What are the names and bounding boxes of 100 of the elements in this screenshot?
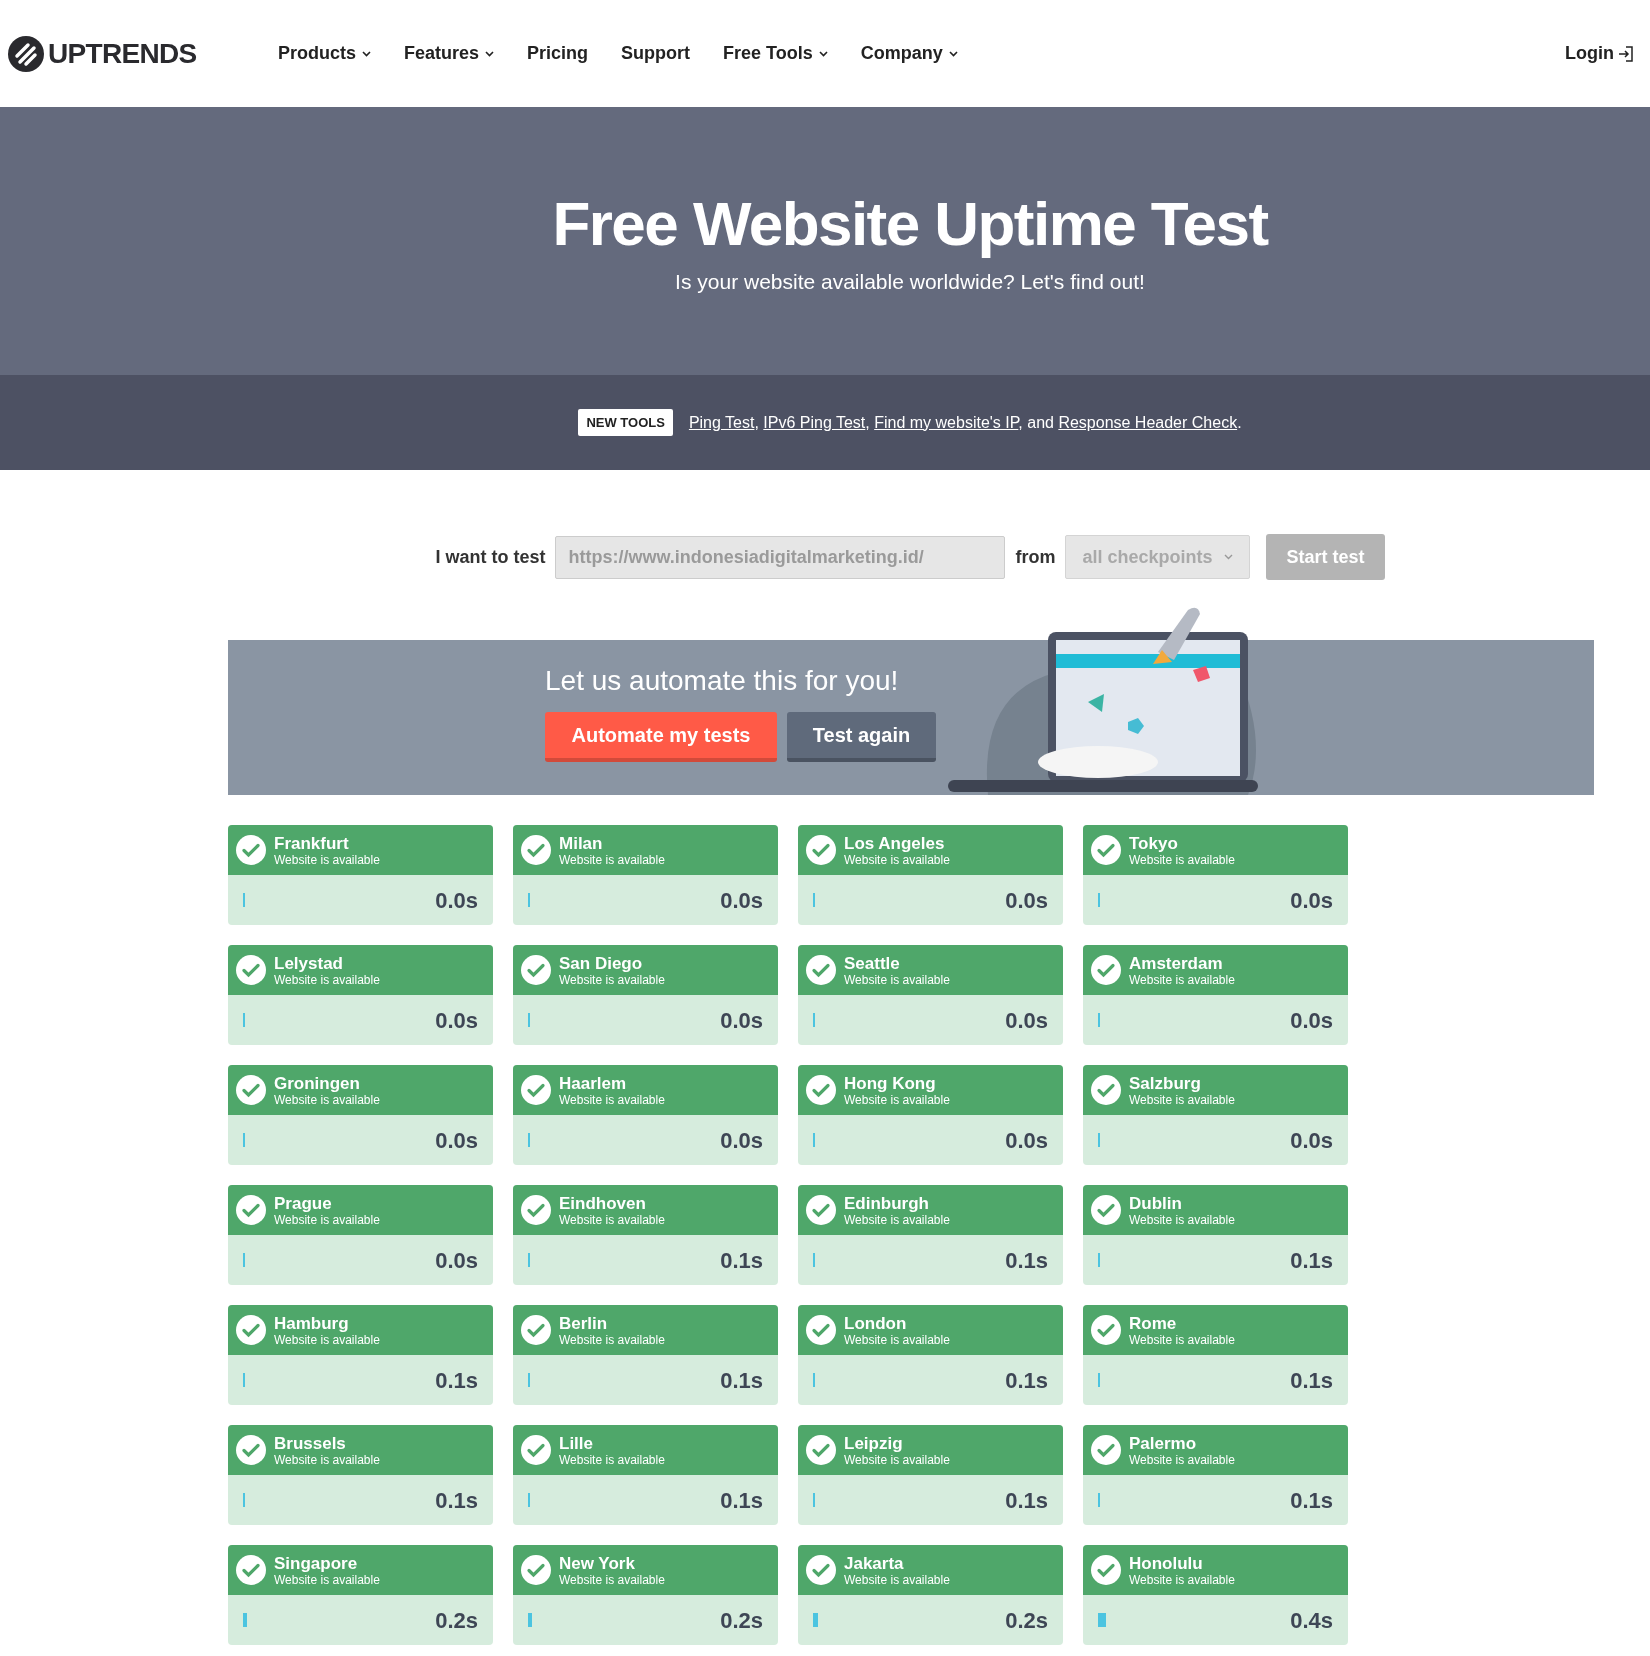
status-text: Website is available (1129, 1333, 1235, 1346)
status-text: Website is available (1129, 1573, 1235, 1586)
check-circle-icon (1091, 835, 1121, 865)
city-name: Singapore (274, 1554, 359, 1572)
check-circle-icon (236, 1075, 266, 1105)
status-text: Website is available (559, 1213, 665, 1226)
page-title: Free Website Uptime Test (552, 187, 1268, 260)
city-name: New York (559, 1554, 636, 1572)
from-label: from (1015, 545, 1056, 569)
response-time: 0.0s (1290, 886, 1333, 915)
check-circle-icon (521, 1315, 551, 1345)
check-circle-icon (236, 955, 266, 985)
response-time: 0.1s (1290, 1366, 1333, 1395)
response-time: 0.1s (1005, 1486, 1048, 1515)
status-text: Website is available (844, 853, 950, 866)
response-time: 0.1s (1290, 1246, 1333, 1275)
response-time: 0.2s (720, 1606, 763, 1635)
check-circle-icon (1091, 1075, 1121, 1105)
status-text: Website is available (274, 853, 380, 866)
check-circle-icon (1091, 1435, 1121, 1465)
response-time: 0.0s (720, 1006, 763, 1035)
tools-text: , (865, 413, 871, 431)
tools-text: , and (1018, 413, 1055, 431)
city-name: Amsterdam (1129, 954, 1224, 972)
city-name: Hong Kong (844, 1074, 937, 1092)
response-time: 0.0s (1005, 1126, 1048, 1155)
chevron-down-icon (818, 50, 828, 57)
tool-link[interactable]: Ping Test (688, 413, 755, 431)
page-subtitle: Is your website available worldwide? Let's find out! (675, 269, 1145, 295)
nav-link[interactable]: Features (404, 40, 495, 67)
city-name: Lelystad (274, 954, 344, 972)
nav-link[interactable]: Free Tools (723, 40, 828, 67)
city-name: Eindhoven (559, 1194, 647, 1212)
response-time: 0.0s (720, 1126, 763, 1155)
chevron-down-icon (362, 50, 371, 57)
nav-link[interactable]: Products (278, 40, 371, 67)
login-link[interactable]: Login (1565, 40, 1634, 67)
check-circle-icon (521, 1435, 551, 1465)
city-name: Seattle (844, 954, 901, 972)
response-time: 0.0s (1005, 886, 1048, 915)
city-name: Leipzig (844, 1434, 904, 1452)
response-time: 0.0s (1005, 1006, 1048, 1035)
check-circle-icon (806, 835, 836, 865)
check-circle-icon (236, 835, 266, 865)
nav-link[interactable]: Support (621, 40, 691, 67)
response-time: 0.1s (435, 1366, 478, 1395)
tool-link[interactable]: Response Header Check (1058, 413, 1238, 431)
new-tools-badge: NEW TOOLS (578, 408, 673, 437)
city-name: Los Angeles (844, 834, 946, 852)
response-time: 0.2s (1005, 1606, 1048, 1635)
check-circle-icon (806, 1435, 836, 1465)
status-text: Website is available (844, 1333, 950, 1346)
check-circle-icon (236, 1195, 266, 1225)
response-time: 0.1s (720, 1366, 763, 1395)
status-text: Website is available (1129, 1453, 1235, 1466)
response-time: 0.0s (720, 886, 763, 915)
city-name: Berlin (559, 1314, 609, 1332)
status-text: Website is available (1129, 973, 1235, 986)
city-name: Palermo (1129, 1434, 1198, 1452)
status-text: Website is available (559, 1573, 665, 1586)
tool-link[interactable]: IPv6 Ping Test (763, 413, 866, 431)
city-name: Honolulu (1129, 1554, 1204, 1572)
response-time: 0.1s (1005, 1246, 1048, 1275)
test-again-button[interactable]: Test again (787, 712, 936, 762)
check-circle-icon (236, 1315, 266, 1345)
response-time: 0.0s (1290, 1006, 1333, 1035)
response-time: 0.4s (1290, 1606, 1333, 1635)
nav-link[interactable]: Company (860, 40, 958, 67)
status-text: Website is available (559, 1453, 665, 1466)
check-circle-icon (1091, 1555, 1121, 1585)
chevron-down-icon (948, 50, 958, 57)
response-time: 0.2s (435, 1606, 478, 1635)
status-text: Website is available (559, 1333, 665, 1346)
check-circle-icon (806, 955, 836, 985)
response-time: 0.1s (720, 1486, 763, 1515)
city-name: Lille (559, 1434, 594, 1452)
check-circle-icon (521, 835, 551, 865)
check-circle-icon (521, 955, 551, 985)
city-name: Rome (1129, 1314, 1178, 1332)
check-circle-icon (521, 1195, 551, 1225)
banner-heading: Let us automate this for you! (545, 664, 900, 698)
city-name: Dublin (1129, 1194, 1183, 1212)
test-label: I want to test (435, 545, 546, 569)
status-text: Website is available (1129, 853, 1235, 866)
response-time: 0.0s (435, 1006, 478, 1035)
tool-link[interactable]: Find my website's IP (874, 413, 1019, 431)
status-text: Website is available (844, 1573, 950, 1586)
status-text: Website is available (274, 1093, 380, 1106)
check-circle-icon (806, 1555, 836, 1585)
check-circle-icon (806, 1195, 836, 1225)
nav-link[interactable]: Pricing (527, 40, 589, 67)
status-text: Website is available (559, 973, 665, 986)
check-circle-icon (236, 1435, 266, 1465)
city-name: Edinburgh (844, 1194, 930, 1212)
check-circle-icon (806, 1075, 836, 1105)
check-circle-icon (521, 1555, 551, 1585)
chevron-down-icon (485, 50, 495, 57)
status-text: Website is available (844, 1093, 950, 1106)
city-name: Salzburg (1129, 1074, 1202, 1092)
city-name: Haarlem (559, 1074, 628, 1092)
